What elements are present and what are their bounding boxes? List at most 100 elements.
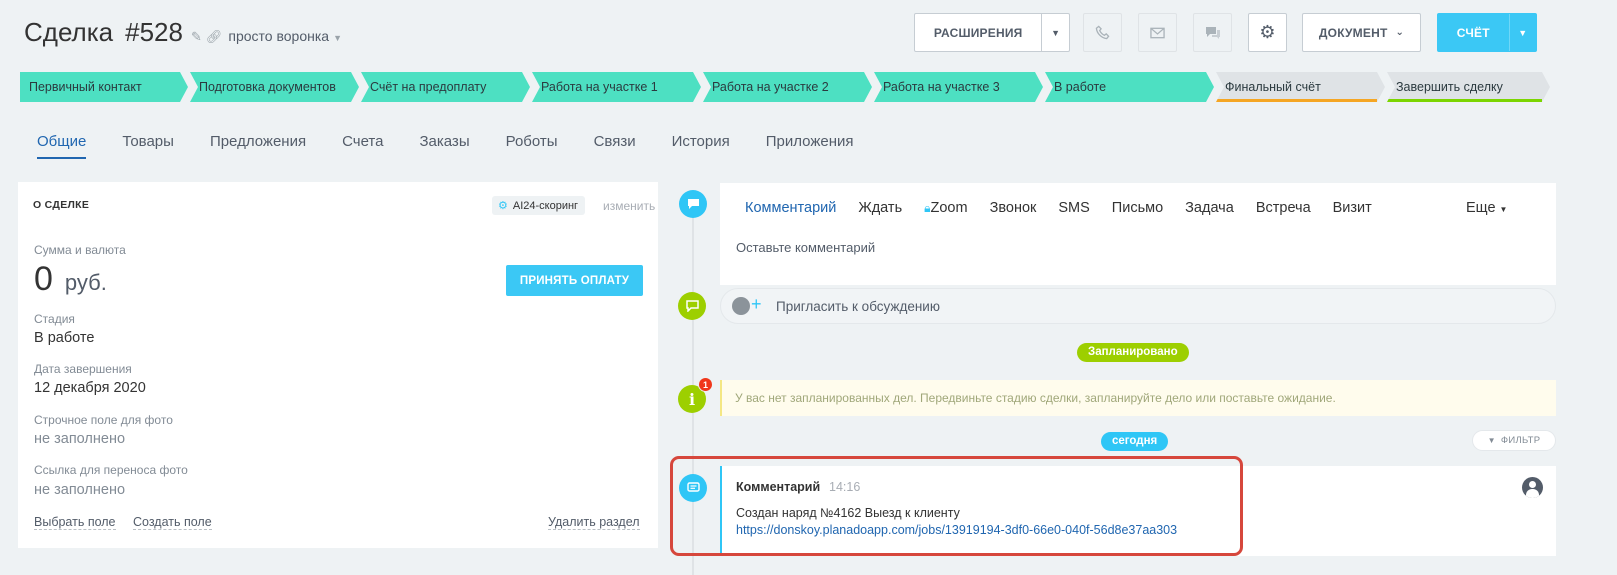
tab-robots[interactable]: Роботы bbox=[506, 133, 558, 159]
activity-composer: Комментарий Ждать 🔒︎Zoom Звонок SMS Пись… bbox=[720, 183, 1556, 285]
stage-item[interactable]: Финальный счёт bbox=[1216, 72, 1385, 102]
stage-accent-bar bbox=[1387, 99, 1542, 102]
stage-bar: Первичный контакт Подготовка документов … bbox=[20, 72, 1550, 102]
stage-label: Подготовка документов bbox=[199, 80, 336, 94]
close-date-label: Дата завершения bbox=[34, 362, 132, 376]
composer-tab-sms[interactable]: SMS bbox=[1058, 200, 1089, 216]
extensions-button[interactable]: РАСШИРЕНИЯ ▼ bbox=[914, 13, 1070, 52]
photo-field-label: Строчное поле для фото bbox=[34, 413, 173, 427]
composer-tab-email[interactable]: Письмо bbox=[1112, 200, 1163, 216]
chat-icon bbox=[678, 292, 706, 320]
filter-icon: ▼ bbox=[1487, 436, 1496, 445]
pencil-icon[interactable]: ✎ bbox=[191, 29, 202, 45]
stage-label: Работа на участке 3 bbox=[883, 80, 1000, 94]
planned-badge: Запланировано bbox=[1077, 343, 1189, 362]
composer-tab-zoom[interactable]: 🔒︎Zoom bbox=[924, 200, 967, 216]
link-icon[interactable]: 🔗︎ bbox=[206, 29, 223, 45]
stage-field-label: Стадия bbox=[34, 312, 75, 326]
deal-number: #528 bbox=[125, 17, 183, 47]
section-heading: О СДЕЛКЕ bbox=[33, 199, 90, 211]
photo-link-value[interactable]: не заполнено bbox=[34, 482, 125, 498]
document-button[interactable]: ДОКУМЕНТ ⌄ bbox=[1302, 13, 1421, 52]
stage-label: Счёт на предоплату bbox=[370, 80, 487, 94]
chat-icon[interactable] bbox=[1193, 13, 1232, 52]
amount-number: 0 bbox=[34, 260, 53, 298]
photo-link-label: Ссылка для переноса фото bbox=[34, 463, 188, 477]
header: Сделка #528 ✎ 🔗︎ просто воронка ▼ РАСШИР… bbox=[0, 0, 1617, 66]
no-planned-notice: У вас нет запланированных дел. Передвинь… bbox=[720, 380, 1556, 416]
stage-label: Первичный контакт bbox=[29, 80, 142, 94]
stage-label: В работе bbox=[1054, 80, 1107, 94]
composer-tab-visit[interactable]: Визит bbox=[1333, 200, 1372, 216]
ai-icon: ⚙︎ bbox=[498, 200, 508, 212]
composer-tab-task[interactable]: Задача bbox=[1185, 200, 1234, 216]
filter-button[interactable]: ▼ ФИЛЬТР bbox=[1472, 430, 1556, 451]
close-date-value[interactable]: 12 декабря 2020 bbox=[34, 380, 146, 396]
document-button-label: ДОКУМЕНТ bbox=[1318, 25, 1388, 40]
photo-field-value[interactable]: не заполнено bbox=[34, 431, 125, 447]
tab-invoices[interactable]: Счета bbox=[342, 133, 383, 159]
stage-label: Работа на участке 1 bbox=[541, 80, 658, 94]
stage-item-current[interactable]: В работе bbox=[1045, 72, 1214, 102]
user-avatar-icon[interactable] bbox=[1522, 477, 1543, 498]
filter-label: ФИЛЬТР bbox=[1500, 435, 1541, 446]
stage-item[interactable]: Завершить сделку bbox=[1387, 72, 1550, 102]
stage-item[interactable]: Подготовка документов bbox=[190, 72, 359, 102]
ai-scoring-label: AI24-скоринг bbox=[512, 199, 579, 212]
tab-applications[interactable]: Приложения bbox=[766, 133, 854, 159]
tab-quotes[interactable]: Предложения bbox=[210, 133, 306, 159]
avatar bbox=[732, 297, 750, 315]
comment-input[interactable]: Оставьте комментарий bbox=[736, 240, 875, 255]
composer-tab-wait[interactable]: Ждать bbox=[858, 200, 902, 216]
more-label: Еще bbox=[1466, 200, 1496, 216]
delete-section-link[interactable]: Удалить раздел bbox=[548, 515, 640, 530]
invite-label: Пригласить к обсуждению bbox=[776, 299, 940, 314]
chevron-down-icon: ▼ bbox=[1499, 205, 1508, 214]
tab-history[interactable]: История bbox=[672, 133, 730, 159]
amount-label: Сумма и валюта bbox=[34, 243, 126, 257]
tab-relations[interactable]: Связи bbox=[594, 133, 636, 159]
stage-label: Завершить сделку bbox=[1396, 80, 1503, 94]
stage-item[interactable]: Работа на участке 3 bbox=[874, 72, 1043, 102]
composer-tab-meeting[interactable]: Встреча bbox=[1256, 200, 1311, 216]
tab-products[interactable]: Товары bbox=[122, 133, 174, 159]
change-link[interactable]: изменить bbox=[603, 199, 655, 213]
chevron-down-icon[interactable]: ▼ bbox=[333, 33, 342, 43]
mail-icon[interactable] bbox=[1138, 13, 1177, 52]
amount-value: 0 руб. bbox=[34, 260, 107, 299]
invoice-button-label: СЧЁТ bbox=[1456, 25, 1490, 40]
invoice-button[interactable]: СЧЁТ ▼ bbox=[1437, 13, 1537, 52]
gear-icon[interactable]: ⚙︎ bbox=[1248, 13, 1287, 52]
invite-to-discussion[interactable]: + Пригласить к обсуждению bbox=[720, 288, 1556, 324]
tab-general[interactable]: Общие bbox=[37, 133, 87, 159]
phone-icon[interactable] bbox=[1083, 13, 1122, 52]
page-title: Сделка #528 ✎ 🔗︎ просто воронка ▼ bbox=[24, 17, 342, 48]
comment-icon bbox=[679, 190, 707, 218]
plus-icon: + bbox=[751, 294, 762, 314]
stage-item[interactable]: Первичный контакт bbox=[20, 72, 188, 102]
today-badge: сегодня bbox=[1101, 432, 1169, 451]
composer-tab-zoom-label: Zoom bbox=[930, 200, 968, 216]
stage-field-value[interactable]: В работе bbox=[34, 330, 94, 346]
create-field-link[interactable]: Создать поле bbox=[133, 515, 212, 530]
about-deal-panel: О СДЕЛКЕ ⚙︎ AI24-скоринг изменить Сумма … bbox=[18, 182, 658, 548]
stage-item[interactable]: Работа на участке 1 bbox=[532, 72, 701, 102]
accept-payment-button[interactable]: ПРИНЯТЬ ОПЛАТУ bbox=[506, 265, 643, 296]
composer-tab-comment[interactable]: Комментарий bbox=[745, 200, 836, 216]
stage-item[interactable]: Счёт на предоплату bbox=[361, 72, 530, 102]
ai-scoring-chip[interactable]: ⚙︎ AI24-скоринг bbox=[492, 196, 586, 215]
extensions-button-label: РАСШИРЕНИЯ bbox=[933, 25, 1023, 40]
choose-field-link[interactable]: Выбрать поле bbox=[34, 515, 116, 530]
deal-tabs: Общие Товары Предложения Счета Заказы Ро… bbox=[37, 133, 890, 159]
composer-tabs: Комментарий Ждать 🔒︎Zoom Звонок SMS Пись… bbox=[745, 200, 1394, 216]
currency: руб. bbox=[64, 270, 107, 295]
page-title-text: Сделка bbox=[24, 17, 114, 47]
funnel-selector[interactable]: просто воронка bbox=[228, 28, 329, 44]
chevron-down-icon[interactable]: ▼ bbox=[1041, 14, 1069, 51]
composer-more-menu[interactable]: Еще ▼ bbox=[1466, 200, 1507, 216]
tab-orders[interactable]: Заказы bbox=[419, 133, 469, 159]
chevron-down-icon: ⌄ bbox=[1395, 27, 1405, 38]
composer-tab-call[interactable]: Звонок bbox=[990, 200, 1037, 216]
stage-item[interactable]: Работа на участке 2 bbox=[703, 72, 872, 102]
chevron-down-icon[interactable]: ▼ bbox=[1508, 14, 1536, 51]
